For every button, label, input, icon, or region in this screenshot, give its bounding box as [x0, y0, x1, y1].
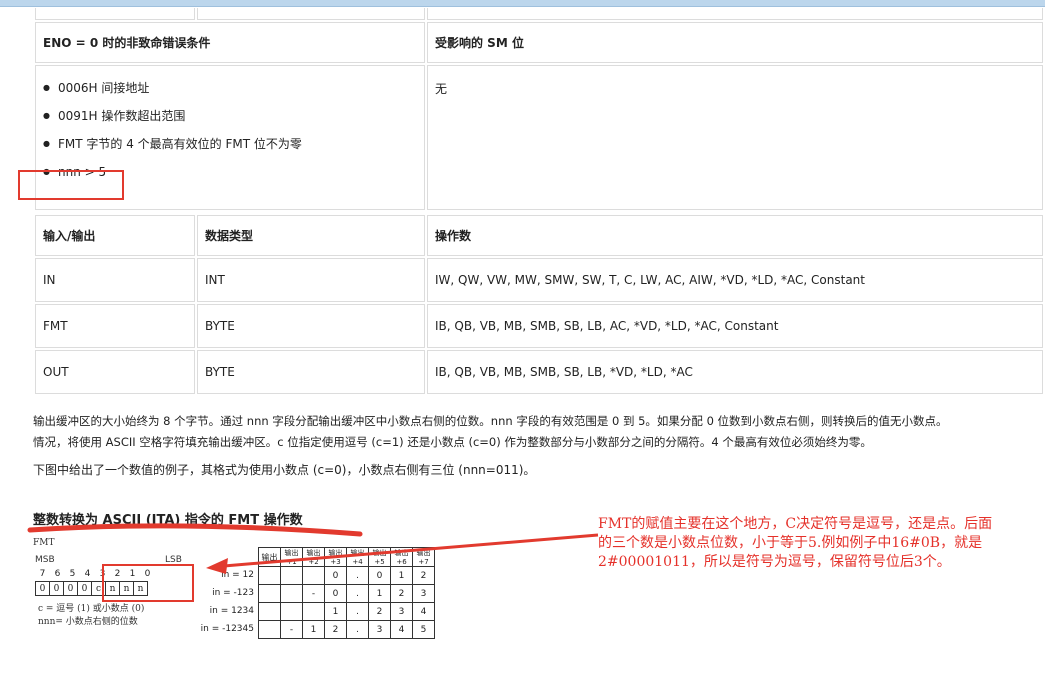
underline-stroke	[27, 523, 363, 537]
arrow-head-icon	[206, 558, 228, 574]
annotation-strokes	[27, 523, 599, 574]
annotation-text: FMT的赋值主要在这个地方，C决定符号是逗号，还是点。后面 的三个数是小数点位数…	[598, 516, 993, 570]
arrow-line	[223, 533, 599, 568]
